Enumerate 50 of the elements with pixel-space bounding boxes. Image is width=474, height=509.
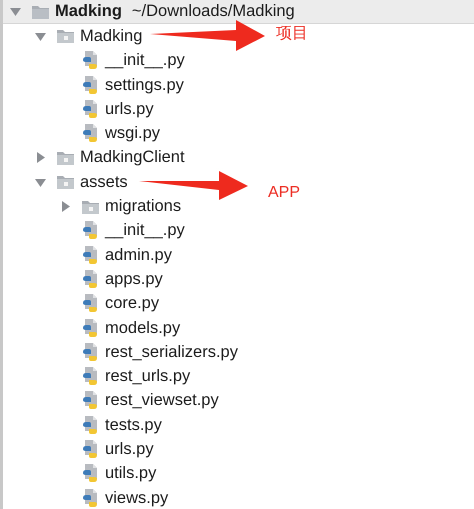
script-file-icon <box>82 440 98 459</box>
script-file-icon <box>82 342 98 362</box>
script-file-icon <box>82 367 98 386</box>
caret-icon[interactable] <box>34 176 46 188</box>
folder-name[interactable]: Madking <box>80 26 142 46</box>
script-file-icon <box>82 100 98 119</box>
file-name[interactable]: __init__.py <box>105 51 185 70</box>
folder-icon <box>32 4 49 19</box>
file-name[interactable]: utils.py <box>105 464 156 484</box>
file-name[interactable]: __init__.py <box>105 221 185 240</box>
script-file-icon <box>82 221 98 240</box>
file-name[interactable]: admin.py <box>105 246 172 265</box>
file-name[interactable]: rest_viewset.py <box>105 391 219 410</box>
script-file-icon <box>82 294 98 314</box>
caret-icon[interactable] <box>34 30 46 42</box>
caret-icon[interactable] <box>34 152 46 164</box>
script-file-icon <box>82 488 98 508</box>
folder-name[interactable]: migrations <box>105 197 182 216</box>
script-file-icon <box>82 464 98 484</box>
script-file-icon <box>82 318 98 338</box>
file-name[interactable]: wsgi.py <box>105 124 160 144</box>
file-name[interactable]: urls.py <box>105 100 154 119</box>
file-name[interactable]: urls.py <box>105 440 154 459</box>
file-name[interactable]: rest_serializers.py <box>105 342 238 362</box>
script-file-icon <box>82 124 98 144</box>
project-name: Madking <box>55 2 122 22</box>
file-name[interactable]: tests.py <box>105 416 162 435</box>
file-name[interactable]: settings.py <box>105 76 184 95</box>
folder-name[interactable]: MadkingClient <box>80 148 185 168</box>
script-file-icon <box>82 246 98 265</box>
script-file-icon <box>82 51 98 70</box>
folder-icon <box>57 150 74 165</box>
annotation-label: APP <box>268 184 300 202</box>
file-name[interactable]: models.py <box>105 318 180 338</box>
script-file-icon <box>82 76 98 95</box>
caret-icon[interactable] <box>60 201 70 212</box>
folder-name[interactable]: assets <box>80 172 128 192</box>
script-file-icon <box>82 270 98 289</box>
script-file-icon <box>82 391 98 410</box>
folder-icon <box>82 200 99 214</box>
file-name[interactable]: views.py <box>105 488 168 508</box>
file-name[interactable]: apps.py <box>105 270 163 289</box>
folder-icon <box>57 175 74 190</box>
annotation-label: 项目 <box>276 24 308 44</box>
caret-icon[interactable] <box>10 6 20 18</box>
file-name[interactable]: rest_urls.py <box>105 367 190 386</box>
script-file-icon <box>82 416 98 435</box>
folder-icon <box>57 29 74 44</box>
file-name[interactable]: core.py <box>105 294 160 314</box>
project-path: ~/Downloads/Madking <box>132 2 295 22</box>
